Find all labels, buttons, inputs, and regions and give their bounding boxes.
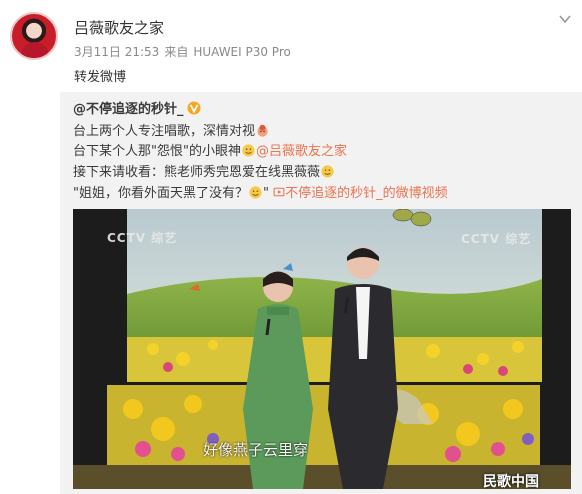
video-player[interactable]: CCTV 综艺 CCTV 综艺 好像燕子云里穿 民歌中国 bbox=[73, 209, 571, 489]
channel-logo-right: CCTV 综艺 bbox=[461, 232, 532, 246]
username[interactable]: 吕薇歌友之家 bbox=[74, 17, 164, 38]
emoji-icon bbox=[257, 124, 268, 137]
quoted-line-1-text: 台上两个人专注唱歌，深情对视 bbox=[73, 124, 256, 139]
post-meta: 3月11日 21:53 来自 HUAWEI P30 Pro bbox=[74, 43, 296, 60]
repost-text: 转发微博 bbox=[74, 70, 127, 85]
quoted-line-4-text: "姐姐，你看外面天黑了没有？ bbox=[73, 186, 248, 201]
device-name[interactable]: HUAWEI P30 Pro bbox=[193, 45, 291, 59]
post-header: 吕薇歌友之家 3月11日 21:53 来自 HUAWEI P30 Pro 转发微博 bbox=[0, 0, 582, 92]
quoted-line-2: 台下某个人那"怨恨"的小眼神 @吕薇歌友之家 bbox=[73, 140, 347, 159]
video-link-label[interactable]: 不停追逐的秒针_的微博视频 bbox=[285, 186, 448, 201]
mention-link[interactable]: @吕薇歌友之家 bbox=[256, 144, 347, 159]
channel-logo-left: CCTV 综艺 bbox=[107, 231, 178, 245]
quoted-line-3-text: 接下来请收看：熊老师秀完恩爱在线黑薇薇 bbox=[73, 165, 321, 180]
quoted-author[interactable]: @不停追逐的秒针_ bbox=[73, 98, 201, 117]
video-frame bbox=[73, 209, 571, 489]
source-prefix: 来自 bbox=[164, 45, 189, 59]
quoted-line-4: "姐姐，你看外面天黑了没有？ " 不停追逐的秒针_的微博视频 bbox=[73, 182, 448, 201]
quoted-line-2-text: 台下某个人那"怨恨"的小眼神 bbox=[73, 144, 241, 159]
emoji-icon bbox=[321, 165, 334, 178]
avatar[interactable] bbox=[10, 12, 58, 60]
video-icon bbox=[273, 187, 285, 197]
quoted-line-1: 台上两个人专注唱歌，深情对视 bbox=[73, 120, 270, 139]
emoji-icon bbox=[249, 186, 262, 199]
quoted-line-4-tail: " bbox=[262, 186, 269, 201]
post-date: 3月11日 21:53 bbox=[74, 45, 160, 59]
verified-badge-icon bbox=[187, 101, 201, 115]
video-link[interactable]: 不停追逐的秒针_的微博视频 bbox=[273, 186, 448, 201]
video-watermark: 民歌中国 bbox=[483, 474, 539, 489]
chevron-down-icon[interactable] bbox=[558, 12, 572, 26]
quoted-line-3: 接下来请收看：熊老师秀完恩爱在线黑薇薇 bbox=[73, 161, 335, 180]
emoji-icon bbox=[242, 144, 255, 157]
quoted-author-name[interactable]: @不停追逐的秒针_ bbox=[73, 102, 184, 117]
video-subtitle: 好像燕子云里穿 bbox=[203, 441, 309, 459]
quoted-post[interactable]: @不停追逐的秒针_ 台上两个人专注唱歌，深情对视 台下某个人那"怨恨"的小眼神 @… bbox=[60, 92, 582, 494]
